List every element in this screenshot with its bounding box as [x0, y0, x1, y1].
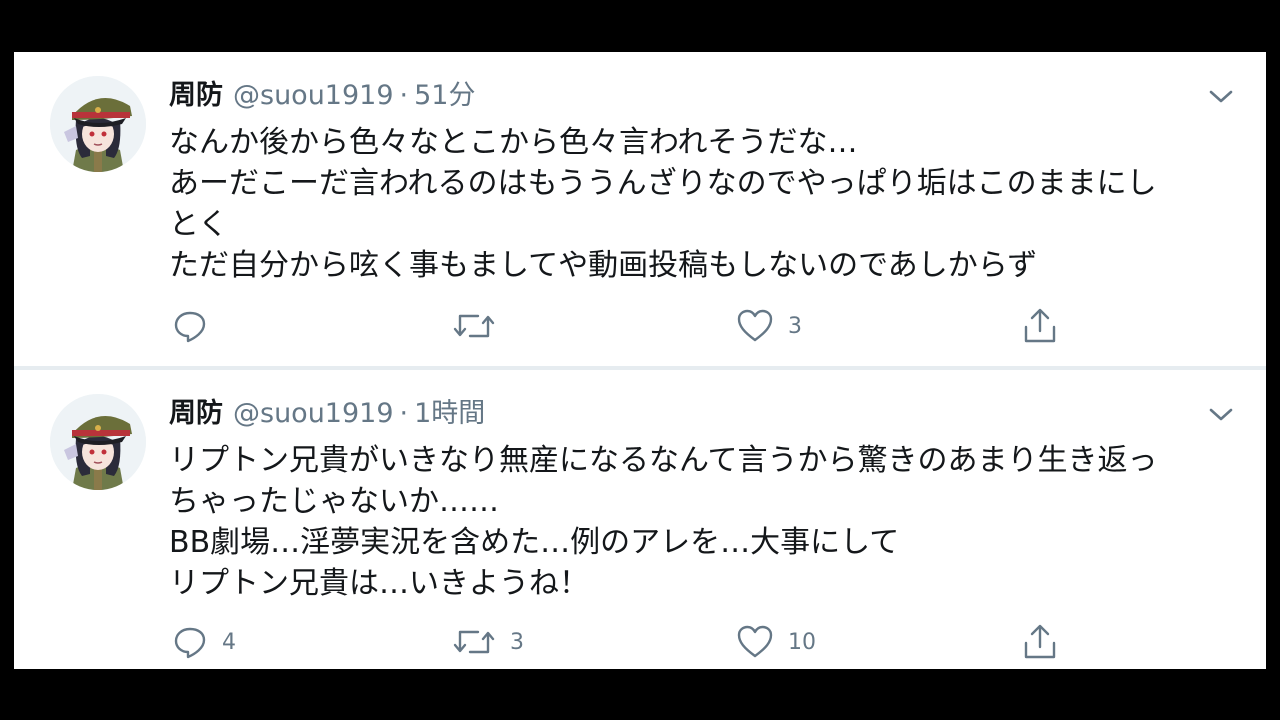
tweet[interactable]: 周防 @suou1919 · 51分 なんか後から色々なとこから色々言われそうだな… …: [14, 52, 1266, 367]
retweet-button[interactable]: [452, 306, 510, 346]
avatar[interactable]: [50, 394, 146, 490]
share-button[interactable]: [1022, 306, 1058, 346]
user-handle[interactable]: @suou1919: [233, 80, 394, 111]
reply-count: 4: [222, 629, 236, 655]
tweet-text-line: なんか後から色々なとこから色々言われそうだな…: [169, 125, 858, 160]
timeline-panel: 周防 @suou1919 · 51分 なんか後から色々なとこから色々言われそうだな… …: [14, 52, 1266, 669]
tweet-text: リプトン兄貴がいきなり無産になるなんて言うから驚きのあまり生き返っ ちゃったじゃ…: [169, 440, 1229, 604]
tweet-text: なんか後から色々なとこから色々言われそうだな… あーだこーだ言われるのはもううん…: [169, 122, 1229, 286]
chevron-down-icon[interactable]: [1206, 402, 1236, 426]
retweet-button[interactable]: 3: [452, 622, 524, 662]
reply-button[interactable]: [172, 306, 222, 346]
retweet-count: 3: [510, 629, 524, 655]
tweet-text-line: ちゃったじゃないか……: [169, 484, 499, 519]
retweet-icon: [453, 314, 495, 338]
avatar[interactable]: [50, 76, 146, 172]
display-name[interactable]: 周防: [169, 398, 223, 429]
like-count: 3: [788, 313, 802, 339]
reply-icon: [174, 627, 206, 659]
share-icon: [1024, 308, 1056, 343]
like-count: 10: [788, 629, 816, 655]
tweet-text-line: リプトン兄貴は…いきようね！: [169, 566, 589, 601]
reply-button[interactable]: 4: [172, 622, 236, 662]
tweet-header: 周防 @suou1919 · 1時間: [169, 396, 485, 432]
heart-icon: [737, 309, 773, 342]
share-button[interactable]: [1022, 622, 1058, 662]
display-name[interactable]: 周防: [169, 80, 223, 111]
header-separator: ·: [399, 398, 409, 429]
like-button[interactable]: 3: [736, 306, 802, 346]
retweet-icon: [453, 630, 495, 654]
reply-icon: [174, 311, 206, 343]
tweet-text-line: あーだこーだ言われるのはもううんざりなのでやっぱり垢はこのままにし: [169, 166, 1157, 201]
heart-icon: [737, 625, 773, 658]
tweet-actions: 3: [14, 306, 1266, 346]
tweet-timestamp[interactable]: 51分: [414, 80, 475, 111]
tweet-text-line: BB劇場…淫夢実況を含めた…例のアレを…大事にして: [169, 525, 900, 560]
tweet-text-line: とく: [169, 207, 229, 242]
header-separator: ·: [399, 80, 409, 111]
tweet-text-line: リプトン兄貴がいきなり無産になるなんて言うから驚きのあまり生き返っ: [169, 443, 1158, 478]
user-handle[interactable]: @suou1919: [233, 398, 394, 429]
tweet-actions: 4 3 10: [14, 622, 1266, 662]
tweet-timestamp[interactable]: 1時間: [414, 398, 485, 429]
chevron-down-icon[interactable]: [1206, 84, 1236, 108]
tweet[interactable]: 周防 @suou1919 · 1時間 リプトン兄貴がいきなり無産になるなんて言うから驚…: [14, 370, 1266, 669]
like-button[interactable]: 10: [736, 622, 816, 662]
tweet-text-line: ただ自分から呟く事もましてや動画投稿もしないのであしからず: [169, 248, 1038, 283]
share-icon: [1024, 624, 1056, 659]
tweet-header: 周防 @suou1919 · 51分: [169, 78, 475, 114]
